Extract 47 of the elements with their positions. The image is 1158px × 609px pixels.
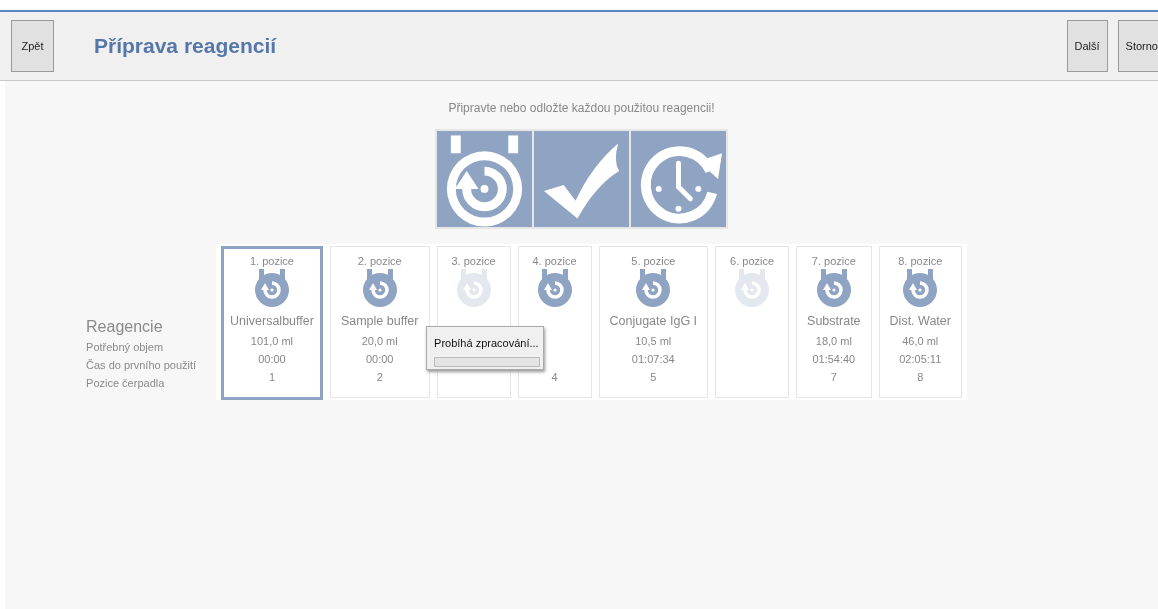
instruction-text: Připravte nebo odložte každou použitou reagencii! bbox=[448, 101, 715, 115]
position-label: 1. pozice bbox=[249, 255, 294, 267]
pump-position-value: 8 bbox=[917, 370, 924, 385]
row-label: Čas do prvního použití bbox=[86, 358, 198, 373]
volume-value: 10,5 ml bbox=[635, 334, 672, 349]
postpone-button[interactable] bbox=[631, 131, 726, 227]
time-value: 00:00 bbox=[258, 352, 286, 367]
position-card[interactable]: 1. pozice Universalbuffer 101,0 ml 00:00 1 bbox=[221, 246, 323, 400]
volume-value: 18,0 ml bbox=[815, 334, 852, 349]
time-value: 00:00 bbox=[365, 352, 394, 367]
position-label: 6. pozice bbox=[730, 255, 775, 267]
time-value: 01:07:34 bbox=[631, 352, 675, 367]
time-value: 01:54:40 bbox=[812, 352, 856, 367]
pump-position-value: 1 bbox=[268, 370, 276, 385]
volume-value: 46,0 ml bbox=[902, 334, 939, 349]
row-label: Pozice čerpadla bbox=[86, 376, 166, 391]
volume-value: 101,0 ml bbox=[250, 334, 294, 349]
row-label: Potřebný objem bbox=[86, 340, 165, 355]
reagent-name: Dist. Water bbox=[889, 314, 951, 330]
volume-value: 20,0 ml bbox=[361, 334, 398, 349]
position-card[interactable]: 5. pozice Conjugate IgG I 10,5 ml 01:07:34 5 bbox=[598, 246, 709, 398]
position-card[interactable]: 6. pozice bbox=[715, 246, 790, 398]
reagents-heading: Reagencie bbox=[86, 318, 164, 336]
pump-position-value: 2 bbox=[376, 370, 383, 385]
next-button[interactable]: Další bbox=[1066, 20, 1108, 72]
reagent-name: Universalbuffer bbox=[230, 314, 314, 330]
position-label: 8. pozice bbox=[898, 255, 943, 267]
position-card[interactable]: 8. pozice Dist. Water 46,0 ml 02:05:11 8 bbox=[878, 246, 962, 398]
reagent-name: Sample buffer bbox=[340, 314, 419, 330]
cancel-button[interactable]: Storno bbox=[1117, 20, 1158, 72]
pump-position-value: 4 bbox=[551, 370, 558, 385]
position-label: 4. pozice bbox=[532, 255, 577, 267]
time-value: 02:05:11 bbox=[899, 352, 942, 367]
position-card[interactable]: 2. pozice Sample buffer 20,0 ml 00:00 2 bbox=[329, 246, 430, 398]
confirm-button[interactable] bbox=[534, 131, 629, 227]
reagent-name: Substrate bbox=[807, 314, 861, 330]
page-title: Příprava reagencií bbox=[94, 34, 277, 58]
position-label: 3. pozice bbox=[451, 255, 496, 267]
pump-prepare-button[interactable] bbox=[437, 131, 532, 227]
reagent-name: Conjugate IgG I bbox=[609, 314, 698, 330]
position-label: 5. pozice bbox=[631, 255, 676, 267]
position-label: 7. pozice bbox=[811, 255, 856, 267]
back-button[interactable]: Zpět bbox=[11, 20, 54, 72]
pump-position-value: 5 bbox=[650, 370, 657, 385]
pump-position-value: 7 bbox=[830, 370, 837, 385]
position-label: 2. pozice bbox=[357, 255, 402, 267]
position-card[interactable]: 7. pozice Substrate 18,0 ml 01:54:40 7 bbox=[796, 246, 872, 398]
